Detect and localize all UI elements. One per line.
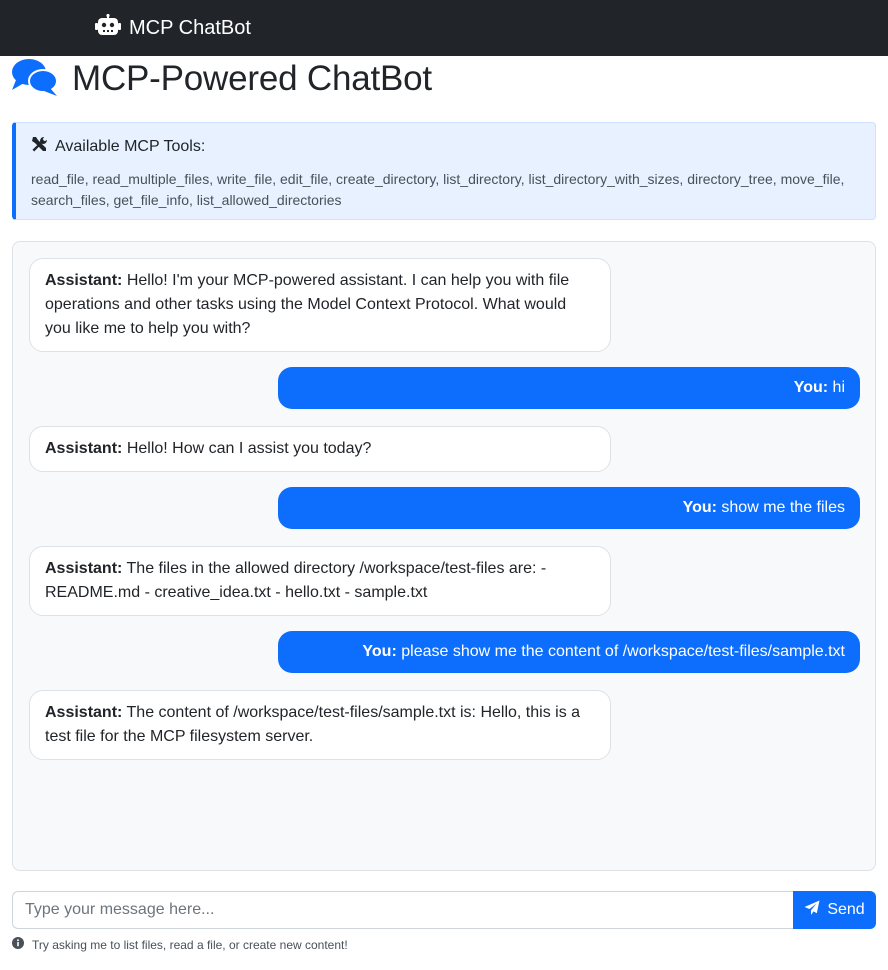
sender-label: Assistant: <box>45 704 123 721</box>
sender-label: You: <box>682 499 717 516</box>
message-text: The content of /workspace/test-files/sam… <box>45 704 581 745</box>
message-text: please show me the content of /workspace… <box>401 643 845 660</box>
help-hint: Try asking me to list files, read a file… <box>12 937 348 952</box>
page-title-text: MCP-Powered ChatBot <box>72 59 432 98</box>
assistant-message: Assistant: The content of /workspace/tes… <box>29 690 611 760</box>
composer: Send <box>12 891 876 929</box>
sender-label: Assistant: <box>45 272 123 289</box>
tools-panel: Available MCP Tools: read_file, read_mul… <box>12 122 876 220</box>
tools-heading: Available MCP Tools: <box>31 136 859 158</box>
sender-label: You: <box>362 643 397 660</box>
assistant-message: Assistant: Hello! I'm your MCP-powered a… <box>29 258 611 352</box>
tools-icon <box>31 136 55 158</box>
page-title: MCP-Powered ChatBot <box>12 56 432 102</box>
send-button[interactable]: Send <box>793 891 876 929</box>
sender-label: Assistant: <box>45 440 123 457</box>
navbar: MCP ChatBot <box>0 0 888 56</box>
navbar-brand[interactable]: MCP ChatBot <box>95 13 251 42</box>
user-message: You: hi <box>278 367 860 409</box>
paper-plane-icon <box>804 900 827 921</box>
message-text: Hello! I'm your MCP-powered assistant. I… <box>45 272 570 337</box>
chat-messages[interactable]: Assistant: Hello! I'm your MCP-powered a… <box>12 241 876 871</box>
assistant-message: Assistant: Hello! How can I assist you t… <box>29 426 611 472</box>
message-text: Hello! How can I assist you today? <box>126 440 372 457</box>
assistant-message: Assistant: The files in the allowed dire… <box>29 546 611 616</box>
message-text: show me the files <box>721 499 845 516</box>
info-icon <box>12 937 32 952</box>
tools-heading-text: Available MCP Tools: <box>55 138 206 155</box>
comments-icon <box>12 58 58 101</box>
robot-icon <box>95 13 129 42</box>
send-label: Send <box>827 901 865 918</box>
sender-label: You: <box>793 379 829 396</box>
message-input[interactable] <box>12 891 793 929</box>
sender-label: Assistant: <box>45 560 123 577</box>
message-text: hi <box>832 379 845 396</box>
user-message: You: show me the files <box>278 487 860 529</box>
brand-label: MCP ChatBot <box>129 16 251 39</box>
hint-text: Try asking me to list files, read a file… <box>32 937 348 952</box>
tools-list: read_file, read_multiple_files, write_fi… <box>31 171 845 208</box>
user-message: You: please show me the content of /work… <box>278 631 860 673</box>
